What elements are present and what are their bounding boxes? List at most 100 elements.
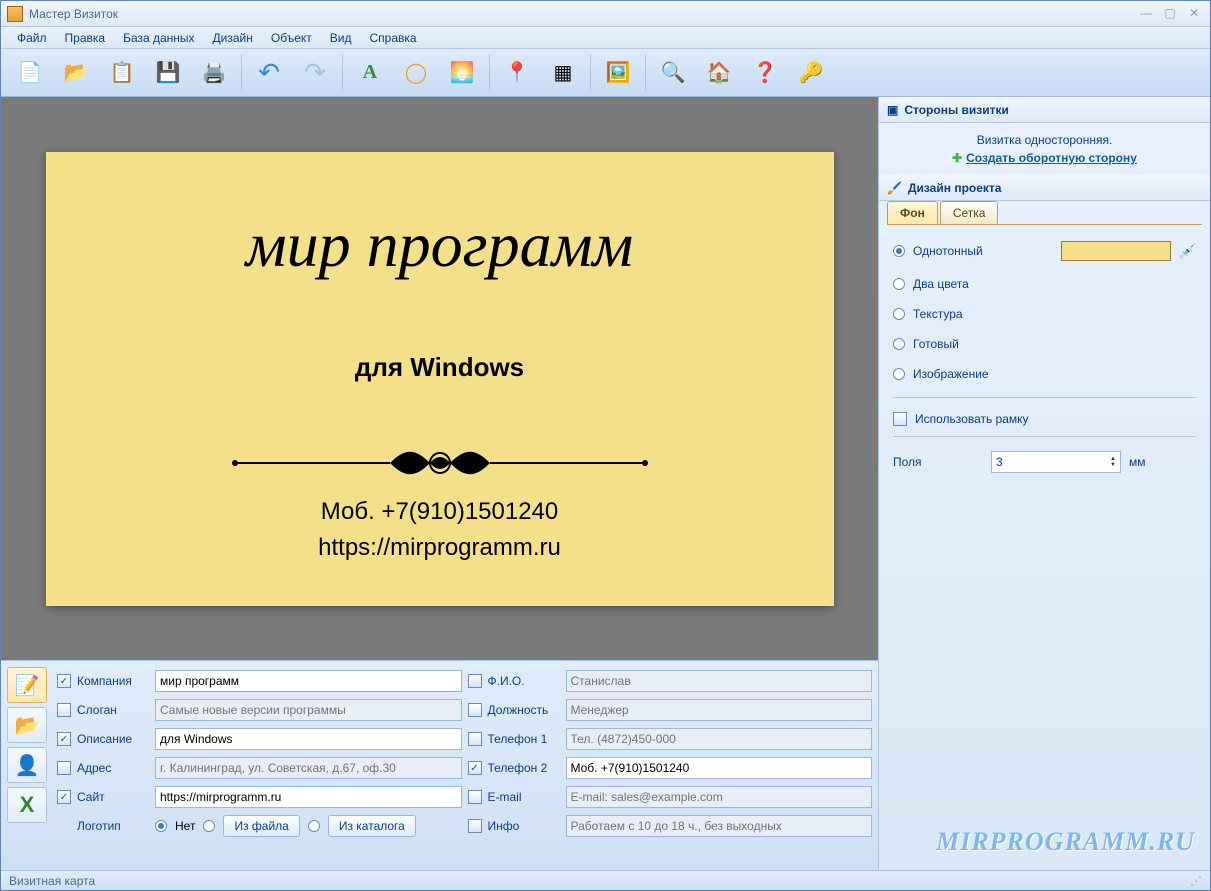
map-button[interactable]: 📍 [494,53,540,93]
card-company[interactable]: мир программ [246,208,634,282]
print-button[interactable]: 🖨️ [191,53,237,93]
btn-logo-catalog[interactable]: Из каталога [328,815,416,837]
chk-slogan[interactable] [57,703,71,717]
sided-info: Визитка односторонняя. [893,133,1196,147]
side-tab-templates[interactable]: 📂 [7,707,47,743]
key-button[interactable]: 🔑 [788,53,834,93]
chk-info[interactable] [468,819,482,833]
radio-tex[interactable] [893,308,905,320]
tab-grid[interactable]: Сетка [940,201,999,224]
radio-img[interactable] [893,368,905,380]
radio-logo-file[interactable] [203,820,215,832]
home-button[interactable]: 🏠 [696,53,742,93]
spinner-icon[interactable]: ▲▼ [1110,456,1116,468]
toolbar-separator [241,55,242,91]
lbl-frame: Использовать рамку [915,412,1029,426]
menu-help[interactable]: Справка [361,29,424,47]
clipboard-button[interactable]: 📋 [99,53,145,93]
preview-button[interactable]: 🔍 [650,53,696,93]
input-address[interactable] [155,757,462,779]
canvas-column: мир программ для Windows Моб. +7(910)150… [1,97,879,870]
chk-frame[interactable] [893,412,907,426]
side-tab-edit[interactable]: 📝 [7,667,47,703]
chk-phone1[interactable] [468,732,482,746]
chk-fio[interactable] [468,674,482,688]
separator [893,436,1196,437]
right-panel: ▣ Стороны визитки Визитка односторонняя.… [879,97,1210,870]
input-email[interactable] [566,786,873,808]
chk-desc[interactable]: ✓ [57,732,71,746]
sides-icon: ▣ [887,103,898,117]
open-button[interactable]: 📂 [53,53,99,93]
sides-title: Стороны визитки [904,103,1009,117]
toolbar-separator [489,55,490,91]
side-tab-contacts[interactable]: 👤 [7,747,47,783]
input-site[interactable] [155,786,462,808]
card-site[interactable]: https://mirprogramm.ru [318,534,561,562]
statusbar: Визитная карта ⋰ [1,870,1210,890]
new-icon: 📄 [16,59,44,87]
input-desc[interactable] [155,728,462,750]
form-columns: ✓Компания Слоган ✓Описание Адрес ✓Сайт Л… [57,667,872,864]
minimize-button[interactable]: — [1136,7,1156,21]
input-phone2[interactable] [566,757,873,779]
chk-phone2[interactable]: ✓ [468,761,482,775]
menu-file[interactable]: Файл [9,29,55,47]
card-ornament[interactable] [230,443,650,490]
shape-icon: ◯ [402,59,430,87]
eyedropper-icon[interactable]: 💉 [1179,243,1196,260]
menu-edit[interactable]: Правка [57,29,114,47]
image-button[interactable]: 🌅 [439,53,485,93]
maximize-button[interactable]: ▢ [1160,7,1180,21]
tab-background[interactable]: Фон [887,201,938,224]
new-button[interactable]: 📄 [7,53,53,93]
radio-two[interactable] [893,278,905,290]
input-slogan[interactable] [155,699,462,721]
margins-value: 3 [996,455,1003,469]
radio-logo-no-label: Нет [175,819,195,833]
input-phone1[interactable] [566,728,873,750]
shape-button[interactable]: ◯ [393,53,439,93]
radio-ready[interactable] [893,338,905,350]
business-card[interactable]: мир программ для Windows Моб. +7(910)150… [46,152,834,606]
redo-icon: ↷ [301,59,329,87]
menu-view[interactable]: Вид [322,29,360,47]
plus-icon: ✚ [952,151,962,165]
redo-button[interactable]: ↷ [292,53,338,93]
lbl-info: Инфо [488,819,560,833]
help-button[interactable]: ❓ [742,53,788,93]
chk-email[interactable] [468,790,482,804]
qr-button[interactable]: ▦ [540,53,586,93]
chk-position[interactable] [468,703,482,717]
canvas-view[interactable]: мир программ для Windows Моб. +7(910)150… [1,97,878,660]
radio-logo-no[interactable] [155,820,167,832]
radio-solid[interactable] [893,245,905,257]
chk-address[interactable] [57,761,71,775]
input-fio[interactable] [566,670,873,692]
save-button[interactable]: 💾 [145,53,191,93]
lbl-phone2: Телефон 2 [488,761,560,775]
magnifier-icon: 🔍 [659,59,687,87]
lbl-phone1: Телефон 1 [488,732,560,746]
text-button[interactable]: A [347,53,393,93]
create-back-link[interactable]: Создать оборотную сторону [966,151,1137,165]
menu-db[interactable]: База данных [115,29,202,47]
resize-grip[interactable]: ⋰ [1190,874,1202,888]
menu-object[interactable]: Объект [263,29,320,47]
card-phone[interactable]: Моб. +7(910)1501240 [321,498,559,526]
input-position[interactable] [566,699,873,721]
input-margins[interactable]: 3 ▲▼ [991,451,1121,473]
input-info[interactable] [566,815,873,837]
close-button[interactable]: ✕ [1184,7,1204,21]
color-swatch[interactable] [1061,241,1171,261]
undo-button[interactable]: ↶ [246,53,292,93]
input-company[interactable] [155,670,462,692]
side-tab-export[interactable]: X [7,787,47,823]
menu-design[interactable]: Дизайн [205,29,261,47]
card-description[interactable]: для Windows [355,352,524,383]
chk-site[interactable]: ✓ [57,790,71,804]
clipart-button[interactable]: 🖼️ [595,53,641,93]
radio-logo-catalog[interactable] [308,820,320,832]
btn-logo-file[interactable]: Из файла [223,815,299,837]
chk-company[interactable]: ✓ [57,674,71,688]
